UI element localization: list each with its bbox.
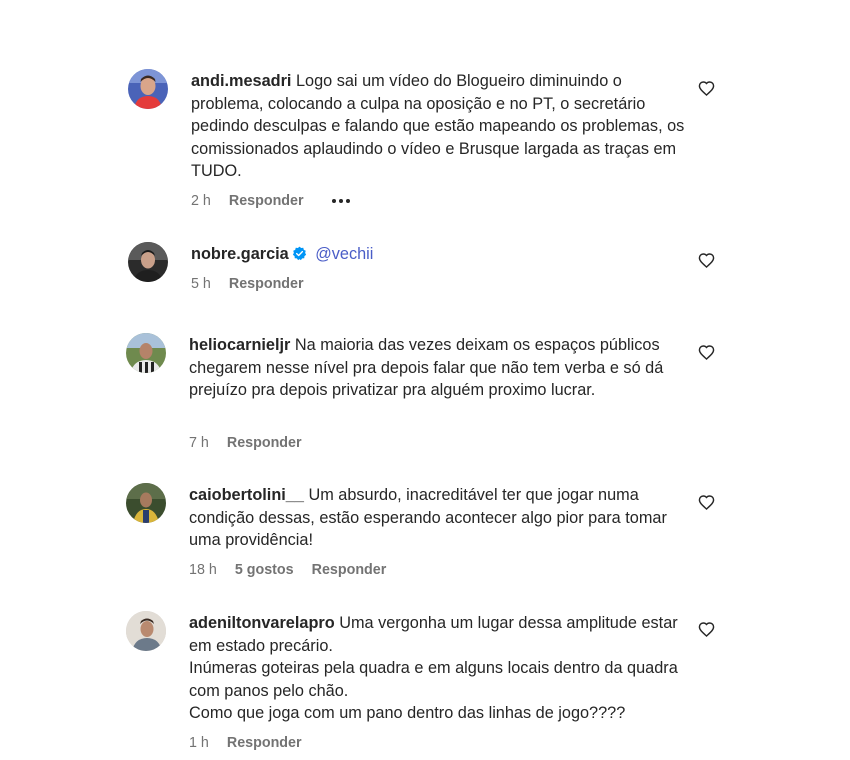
comment-time[interactable]: 5 h [191,276,211,292]
heart-outline-icon[interactable] [698,252,715,269]
comment-body: heliocarnieljr Na maioria das vezes deix… [189,334,689,402]
comment-username[interactable]: caiobertolini__ [189,486,304,504]
comment-username[interactable]: nobre.garcia [191,245,289,263]
reply-button[interactable]: Responder [229,193,304,209]
comment-username[interactable]: heliocarnieljr [189,336,290,354]
comment-meta: 1 h Responder [189,735,302,751]
comment-body: adeniltonvarelapro Uma vergonha um lugar… [189,612,699,725]
comment-time[interactable]: 18 h [189,562,217,578]
comment-meta: 5 h Responder [191,276,304,292]
more-options-icon[interactable] [331,199,350,203]
likes-count[interactable]: 5 gostos [235,562,294,578]
verified-badge-icon [292,246,306,261]
comment-text-line: Como que joga com um pano dentro das lin… [189,704,626,722]
comment-meta: 18 h 5 gostos Responder [189,562,386,578]
reply-button[interactable]: Responder [229,276,304,292]
comment-text-line: Inúmeras goteiras pela quadra e em algun… [189,659,678,700]
avatar[interactable] [126,333,166,373]
comment-time[interactable]: 7 h [189,435,209,451]
heart-outline-icon[interactable] [698,494,715,511]
avatar[interactable] [128,242,168,282]
comment-meta: 7 h Responder [189,435,302,451]
comment-meta: 2 h Responder [191,193,350,209]
avatar[interactable] [128,69,168,109]
reply-button[interactable]: Responder [227,435,302,451]
heart-outline-icon[interactable] [698,344,715,361]
mention-link[interactable]: @vechii [315,245,373,263]
reply-button[interactable]: Responder [312,562,387,578]
comment-body: caiobertolini__ Um absurdo, inacreditáve… [189,484,689,552]
comment-username[interactable]: andi.mesadri [191,72,291,90]
comment-body: nobre.garcia @vechii [191,243,691,266]
comment-username[interactable]: adeniltonvarelapro [189,614,335,632]
heart-outline-icon[interactable] [698,80,715,97]
comment-time[interactable]: 2 h [191,193,211,209]
comment-body: andi.mesadri Logo sai um vídeo do Blogue… [191,70,691,183]
comment-time[interactable]: 1 h [189,735,209,751]
avatar[interactable] [126,483,166,523]
heart-outline-icon[interactable] [698,621,715,638]
reply-button[interactable]: Responder [227,735,302,751]
avatar[interactable] [126,611,166,651]
